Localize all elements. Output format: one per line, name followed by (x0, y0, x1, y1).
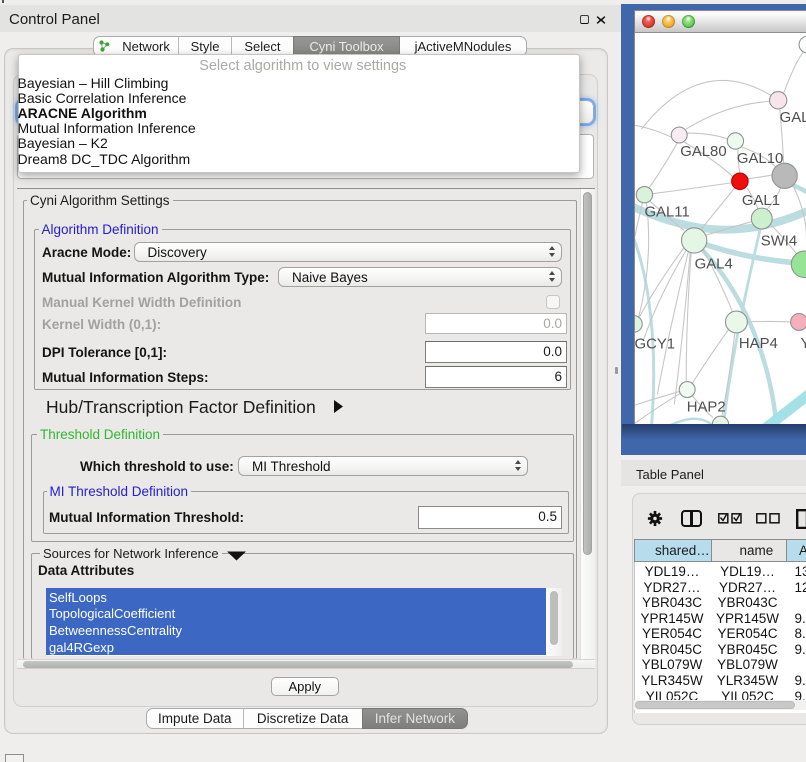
svg-text:Y: Y (800, 335, 806, 351)
svg-text:GAL11: GAL11 (644, 204, 689, 220)
svg-text:HAP4: HAP4 (738, 335, 777, 351)
svg-text:HAP2: HAP2 (686, 399, 725, 415)
svg-text:GAL: GAL (779, 110, 806, 126)
svg-text:GAL10: GAL10 (736, 150, 782, 166)
svg-text:GAL4: GAL4 (694, 256, 732, 272)
svg-text:GAL1: GAL1 (741, 193, 779, 209)
svg-text:GCY1: GCY1 (634, 336, 675, 352)
svg-text:SWI4: SWI4 (760, 233, 796, 249)
svg-text:GAL80: GAL80 (680, 143, 726, 159)
